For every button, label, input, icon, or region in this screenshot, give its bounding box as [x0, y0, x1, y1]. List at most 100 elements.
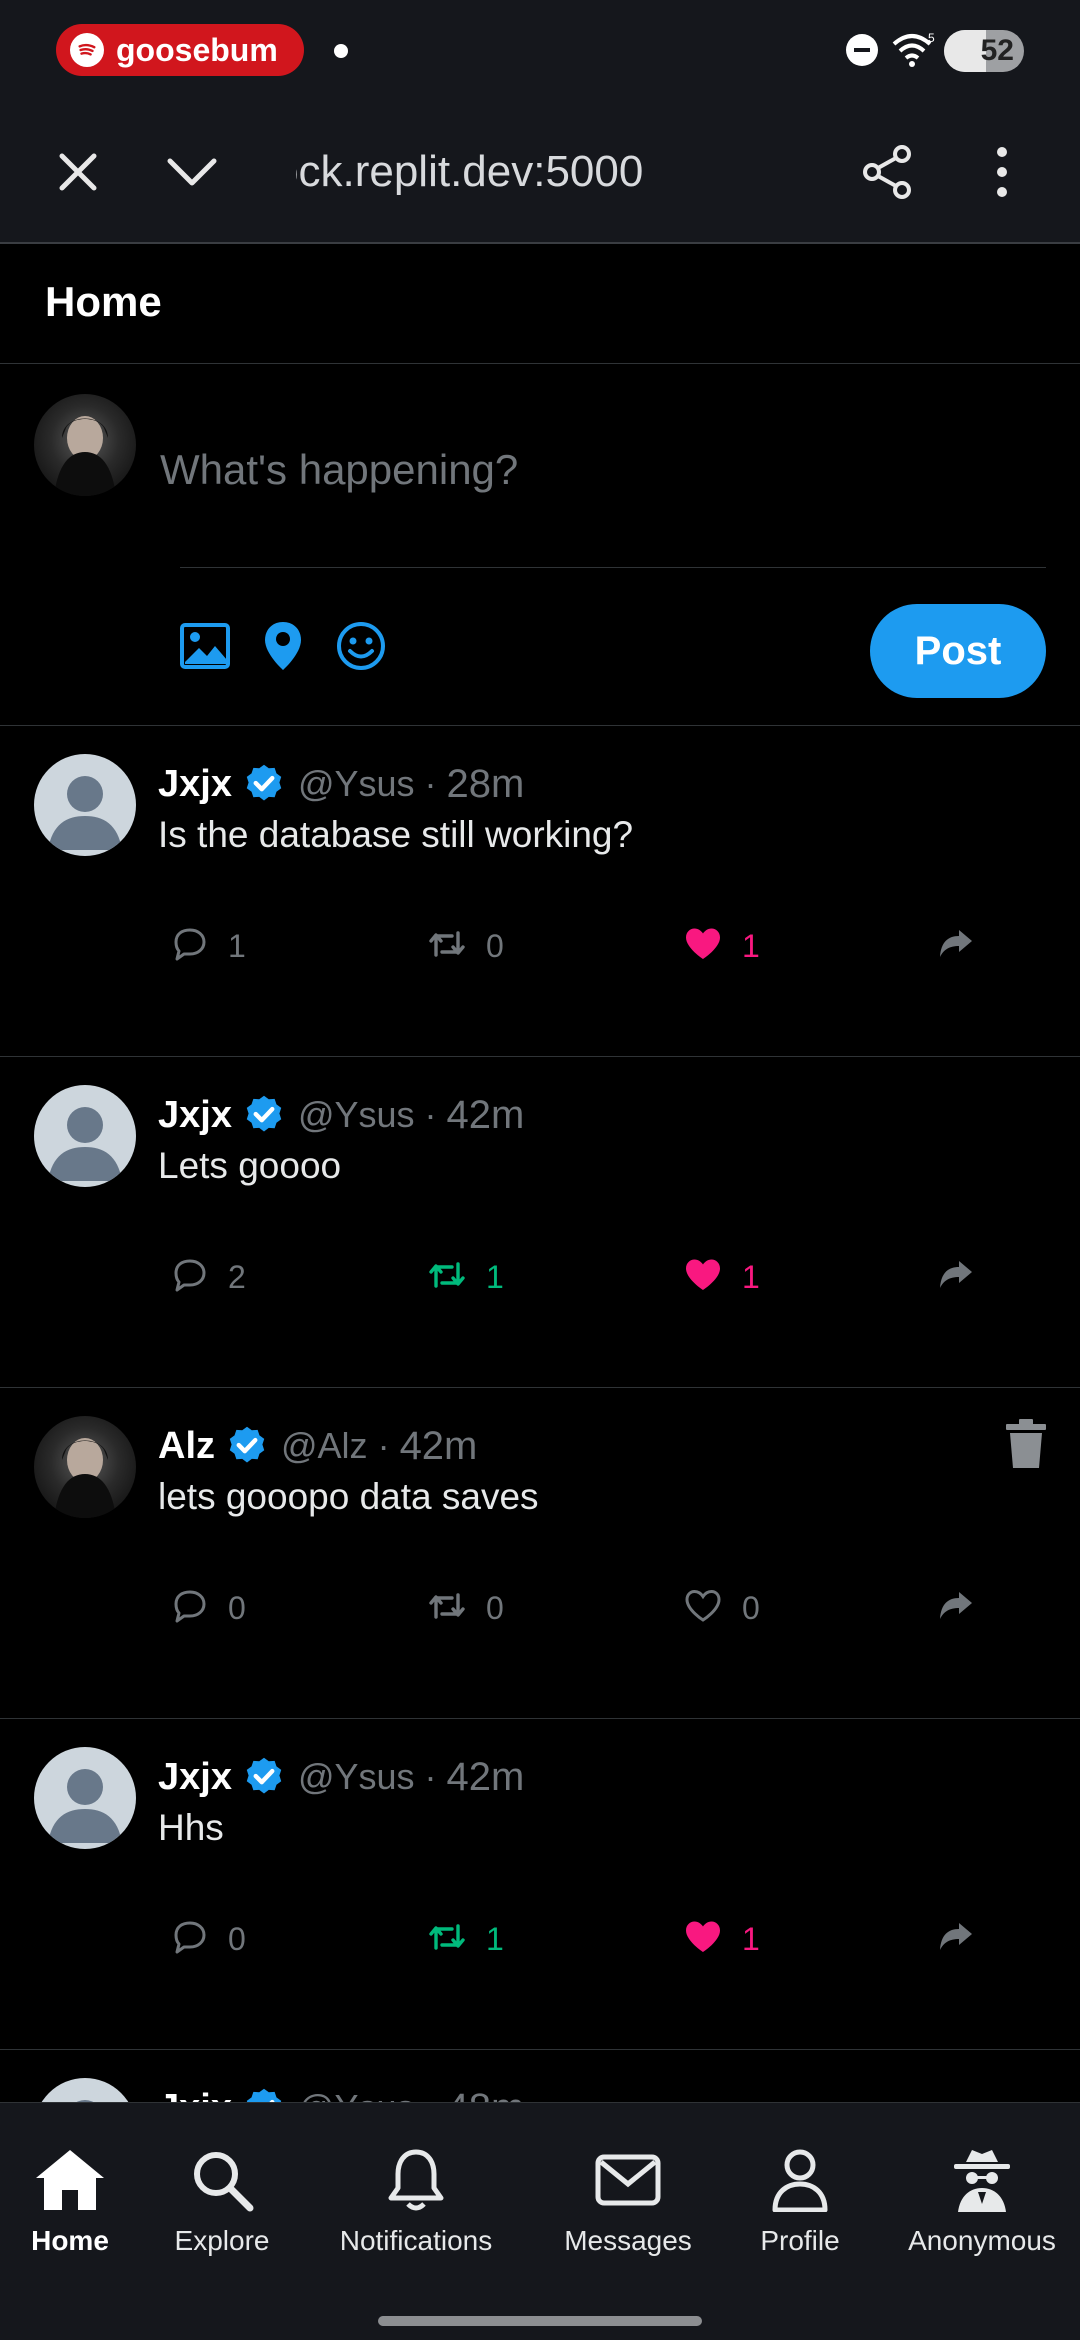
avatar[interactable] [34, 394, 136, 496]
author-name[interactable]: Alz [158, 1425, 215, 1468]
post-actions: 1 0 1 [0, 916, 1080, 976]
bell-icon [388, 2143, 444, 2217]
post-composer: Post [0, 364, 1080, 726]
post-button[interactable]: Post [870, 604, 1046, 698]
nav-item-explore[interactable]: Explore [132, 2143, 312, 2273]
repost-count: 1 [486, 1258, 504, 1295]
nav-label: Messages [564, 2225, 692, 2256]
like-button[interactable]: 1 [684, 1909, 760, 1969]
like-button[interactable]: 0 [684, 1578, 760, 1638]
author-name[interactable]: Jxjx [158, 763, 232, 806]
post-item[interactable]: Jxjx @Ysus · 48m [0, 2050, 1080, 2102]
repost-count: 1 [486, 1920, 504, 1957]
nav-item-notifications[interactable]: Notifications [326, 2143, 506, 2273]
share-post-button[interactable] [938, 1909, 974, 1969]
emoji-icon[interactable] [333, 618, 389, 674]
trash-icon[interactable] [1004, 1418, 1048, 1470]
author-handle[interactable]: @Ysus [298, 2087, 415, 2102]
avatar[interactable] [34, 2078, 136, 2102]
post-header: Jxjx @Ysus · 42m [158, 1087, 524, 1143]
post-header: Alz @Alz · 42m [158, 1418, 477, 1474]
separator-dot: · [424, 1094, 437, 1135]
heart-icon [684, 1589, 722, 1628]
post-item[interactable]: Alz @Alz · 42m lets gooopo data saves 0 0 0 [0, 1388, 1080, 1719]
wifi-icon: 5 [892, 30, 936, 75]
avatar[interactable] [34, 1747, 136, 1849]
spy-icon [950, 2143, 1014, 2217]
like-button[interactable]: 1 [684, 916, 760, 976]
repost-button[interactable]: 1 [428, 1909, 504, 1969]
reply-icon [172, 927, 208, 966]
nav-item-messages[interactable]: Messages [538, 2143, 718, 2273]
page-header: Home [0, 246, 1080, 364]
share-post-button[interactable] [938, 916, 974, 976]
wifi-badge: 5 [928, 31, 935, 45]
reply-button[interactable]: 2 [172, 1247, 246, 1307]
repost-count: 0 [486, 1589, 504, 1626]
reply-count: 0 [228, 1589, 246, 1626]
post-item[interactable]: Jxjx @Ysus · 42m Lets goooo 2 1 1 [0, 1057, 1080, 1388]
post-text: Lets goooo [158, 1145, 342, 1186]
bottom-nav: Home Explore Notifications Messages Profile A… [0, 2102, 1080, 2304]
home-indicator[interactable] [378, 2316, 702, 2326]
reply-icon [172, 1920, 208, 1959]
author-name[interactable]: Jxjx [158, 1094, 232, 1137]
image-icon[interactable] [177, 618, 233, 674]
post-actions: 0 1 1 [0, 1909, 1080, 1969]
share-arrow-icon [938, 1260, 974, 1295]
author-name[interactable]: Jxjx [158, 2087, 232, 2103]
reply-icon [172, 1258, 208, 1297]
location-icon[interactable] [255, 618, 311, 674]
post-item[interactable]: Jxjx @Ysus · 42m Hhs 0 1 1 [0, 1719, 1080, 2050]
repost-icon [428, 1260, 466, 1295]
share-post-button[interactable] [938, 1578, 974, 1638]
feed: Jxjx @Ysus · 28m Is the database still worki… [0, 726, 1080, 2102]
repost-count: 0 [486, 927, 504, 964]
post-text: Hhs [158, 1807, 224, 1848]
author-handle[interactable]: @Ysus [298, 1756, 415, 1798]
more-vert-icon[interactable] [966, 136, 1038, 208]
author-handle[interactable]: @Ysus [298, 1094, 415, 1136]
status-bar: goosebum 5 52 [0, 0, 1080, 100]
person-icon [771, 2143, 829, 2217]
share-arrow-icon [938, 1591, 974, 1626]
author-name[interactable]: Jxjx [158, 1756, 232, 1799]
repost-button[interactable]: 1 [428, 1247, 504, 1307]
nav-item-anonymous[interactable]: Anonymous [892, 2143, 1072, 2273]
nav-item-profile[interactable]: Profile [710, 2143, 890, 2273]
author-handle[interactable]: @Alz [281, 1425, 368, 1467]
repost-button[interactable]: 0 [428, 916, 504, 976]
close-icon[interactable] [42, 136, 114, 208]
chevron-down-icon[interactable] [156, 136, 228, 208]
battery-indicator: 52 [944, 30, 1024, 72]
author-handle[interactable]: @Ysus [298, 763, 415, 805]
separator-dot: · [424, 1756, 437, 1797]
avatar[interactable] [34, 1416, 136, 1518]
reply-button[interactable]: 0 [172, 1909, 246, 1969]
share-post-button[interactable] [938, 1247, 974, 1307]
nav-label: Explore [174, 2225, 270, 2256]
battery-fill [944, 30, 986, 72]
reply-count: 2 [228, 1258, 246, 1295]
share-icon[interactable] [852, 136, 924, 208]
like-button[interactable]: 1 [684, 1247, 760, 1307]
reply-button[interactable]: 1 [172, 916, 246, 976]
reply-button[interactable]: 0 [172, 1578, 246, 1638]
heart-icon [684, 1920, 722, 1959]
avatar[interactable] [34, 1085, 136, 1187]
repost-button[interactable]: 0 [428, 1578, 504, 1638]
post-timestamp: 42m [446, 1092, 525, 1137]
separator-dot: · [425, 2087, 437, 2102]
post-item[interactable]: Jxjx @Ysus · 28m Is the database still worki… [0, 726, 1080, 1057]
post-text: lets gooopo data saves [158, 1476, 539, 1517]
nav-label: Home [31, 2225, 109, 2256]
post-header: Jxjx @Ysus · 28m [158, 756, 524, 812]
do-not-disturb-icon [846, 34, 878, 66]
verified-badge-icon [246, 764, 282, 801]
media-playback-pill[interactable]: goosebum [56, 24, 304, 76]
post-timestamp: 42m [446, 1754, 525, 1799]
avatar[interactable] [34, 754, 136, 856]
compose-input[interactable] [158, 420, 1038, 520]
url-bar[interactable]: ock.replit.dev:5000 [296, 136, 716, 208]
post-header: Jxjx @Ysus · 48m [158, 2080, 524, 2102]
